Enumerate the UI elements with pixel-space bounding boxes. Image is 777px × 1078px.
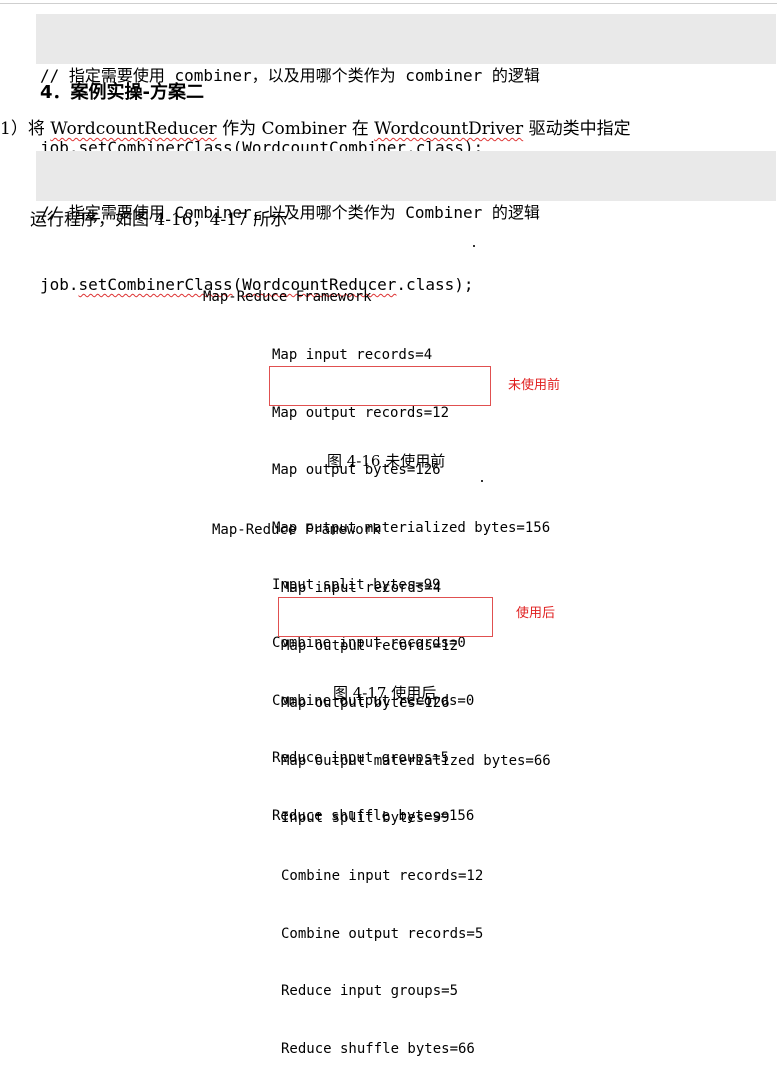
para-mid: 作为 Combiner 在 [216, 119, 375, 139]
section-heading: 4．案例实操-方案二 [40, 82, 204, 103]
console-line: Combine input records=12 [281, 868, 484, 885]
console-line: Map input records=4 [272, 347, 433, 364]
highlight-box-before [269, 366, 491, 406]
annotation-after: 使用后 [516, 606, 556, 621]
reducer-name: WordcountReducer [50, 119, 217, 139]
top-divider [0, 3, 777, 4]
console-line: Reduce input groups=5 [281, 983, 459, 1000]
console-line: Input split bytes=99 [281, 810, 450, 827]
step-paragraph: 1）将 WordcountReducer 作为 Combiner 在 Wordc… [0, 116, 631, 142]
console-line: Map output materialized bytes=66 [281, 752, 551, 769]
code-block-combiner: // 指定需要使用 combiner，以及用哪个类作为 combiner 的逻辑… [36, 14, 776, 157]
console-line: Reduce shuffle bytes=66 [281, 1040, 475, 1057]
stray-dot [473, 245, 475, 247]
console-line: Combine output records=5 [281, 925, 484, 942]
code-block-reducer: // 指定需要使用 Combiner，以及用哪个类作为 Combiner 的逻辑… [36, 151, 776, 294]
para-prefix: 1）将 [0, 119, 51, 139]
console-line: Map output records=12 [281, 637, 459, 654]
para-suffix: 驱动类中指定 [523, 119, 631, 139]
console-output-after: Map-Reduce Framework Map input records=4… [212, 483, 551, 1078]
run-paragraph: 运行程序，如图 4-16，4-17 所示 [30, 210, 288, 230]
stray-dot [481, 480, 483, 482]
console-line: Map input records=4 [281, 580, 442, 597]
code-prefix: job. [40, 275, 79, 294]
console-title: Map-Reduce Framework [212, 522, 381, 539]
figure-caption-before: 图 4-16 未使用前 [327, 452, 446, 470]
annotation-before: 未使用前 [508, 378, 561, 393]
driver-name: WordcountDriver [374, 119, 524, 139]
console-title: Map-Reduce Framework [203, 289, 372, 306]
figure-caption-after: 图 4-17 使用后 [333, 684, 437, 702]
highlight-box-after [278, 597, 493, 637]
console-line: Map output records=12 [272, 404, 450, 421]
